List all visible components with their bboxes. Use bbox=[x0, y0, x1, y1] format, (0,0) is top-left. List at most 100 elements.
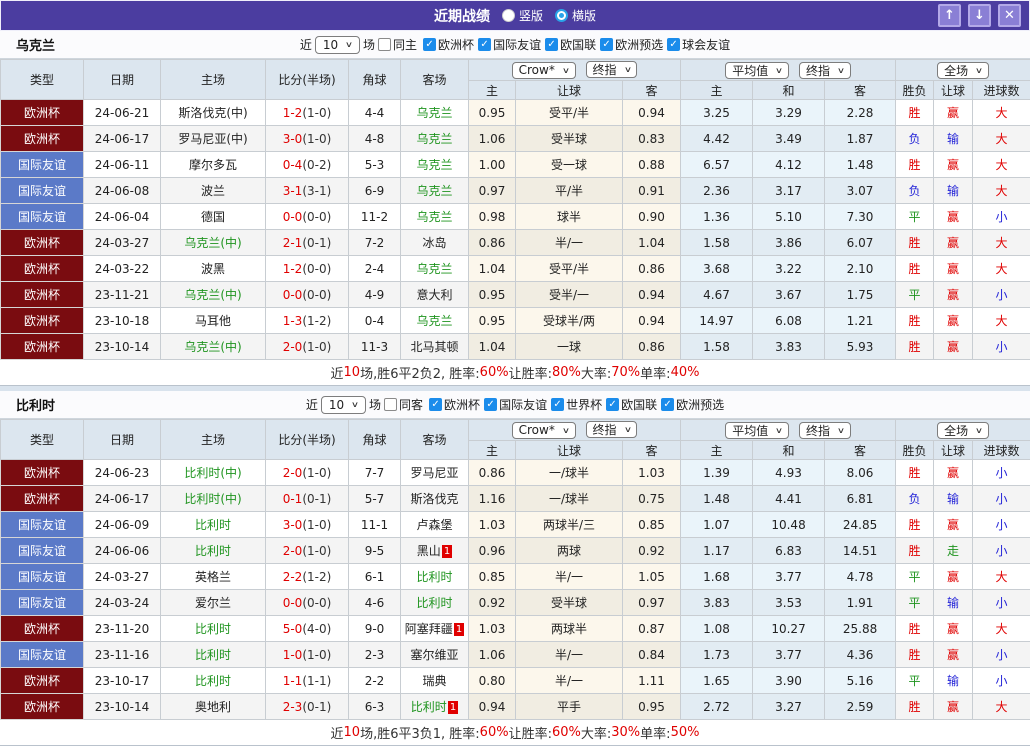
corners-cell: 11-2 bbox=[349, 204, 401, 230]
home-team-name: 乌克兰(中) bbox=[184, 288, 241, 302]
handicap-away-odds-cell: 0.92 bbox=[623, 538, 681, 564]
competition-filter-checkbox[interactable]: ✓欧国联 bbox=[545, 36, 596, 53]
date-cell: 23-11-21 bbox=[84, 282, 161, 308]
competition-filter-checkbox[interactable]: ✓欧国联 bbox=[606, 396, 657, 413]
euro-draw-odds-cell: 3.49 bbox=[753, 126, 825, 152]
home-team-name: 波黑 bbox=[201, 262, 225, 276]
corners-cell: 11-1 bbox=[349, 512, 401, 538]
type-cell: 欧洲杯 bbox=[1, 668, 84, 694]
handicap-time-select[interactable]: 终指 ∨ bbox=[586, 421, 638, 438]
same-away-checkbox[interactable]: 同客 bbox=[384, 396, 423, 413]
corners-cell: 7-7 bbox=[349, 460, 401, 486]
result-handicap-cell: 赢 bbox=[934, 230, 973, 256]
handicap-away-odds-cell: 0.91 bbox=[623, 178, 681, 204]
close-button[interactable]: ✕ bbox=[998, 4, 1021, 27]
match-row: 欧洲杯23-10-14奥地利2-3(0-1)6-3比利时10.94平手0.952… bbox=[1, 694, 1030, 720]
checkbox-checked-icon: ✓ bbox=[423, 38, 436, 51]
competition-filter-checkbox[interactable]: ✓世界杯 bbox=[551, 396, 602, 413]
euro-away-odds-cell: 1.75 bbox=[825, 282, 896, 308]
euro-source-select[interactable]: 平均值∨ bbox=[725, 422, 789, 439]
subcol-handicap-line: 让球 bbox=[516, 81, 623, 100]
result-goals-cell: 小 bbox=[973, 282, 1030, 308]
handicap-time-value: 终指 bbox=[593, 421, 617, 438]
home-team-name: 比利时 bbox=[195, 518, 231, 532]
away-team-name: 斯洛伐克 bbox=[410, 492, 458, 506]
chevron-down-icon: ∨ bbox=[623, 425, 631, 434]
summary-text: 大率: bbox=[581, 723, 611, 742]
type-cell: 欧洲杯 bbox=[1, 308, 84, 334]
same-home-checkbox[interactable]: 同主 bbox=[378, 36, 417, 53]
checkbox-checked-icon: ✓ bbox=[478, 38, 491, 51]
euro-home-odds-cell: 1.08 bbox=[681, 616, 753, 642]
away-team-cell: 冰岛 bbox=[401, 230, 469, 256]
score-cell: 2-0(1-0) bbox=[266, 334, 349, 360]
chevron-down-icon: ∨ bbox=[975, 426, 983, 435]
page-title: 近期战绩 bbox=[434, 6, 490, 26]
summary-text: 单率: bbox=[640, 723, 670, 742]
euro-time-select[interactable]: 终指∨ bbox=[799, 62, 851, 79]
euro-odds-group-header: 平均值∨ 终指∨ bbox=[681, 420, 896, 441]
handicap-home-odds-cell: 1.04 bbox=[469, 256, 516, 282]
result-handicap-cell: 赢 bbox=[934, 204, 973, 230]
result-goals-cell: 大 bbox=[973, 564, 1030, 590]
corners-cell: 4-6 bbox=[349, 590, 401, 616]
competition-filter-checkbox[interactable]: ✓欧洲预选 bbox=[600, 36, 663, 53]
away-team-cell: 乌克兰 bbox=[401, 152, 469, 178]
result-goals-cell: 小 bbox=[973, 204, 1030, 230]
bookmaker-select[interactable]: Crow*∨ bbox=[512, 62, 576, 79]
recent-count-select[interactable]: 10∨ bbox=[315, 36, 360, 54]
summary-text: 60% bbox=[552, 725, 581, 740]
away-team-cell: 比利时 bbox=[401, 590, 469, 616]
fulltime-score: 1-3 bbox=[283, 314, 303, 328]
match-row: 欧洲杯24-03-27乌克兰(中)2-1(0-1)7-2冰岛0.86半/一1.0… bbox=[1, 230, 1030, 256]
score-cell: 2-0(1-0) bbox=[266, 460, 349, 486]
corners-cell: 6-9 bbox=[349, 178, 401, 204]
scroll-up-button[interactable]: ↑ bbox=[938, 4, 961, 27]
titlebar: 近期战绩 竖版 横版 ↑ ↓ ✕ bbox=[0, 0, 1030, 31]
type-cell: 欧洲杯 bbox=[1, 616, 84, 642]
handicap-line-cell: 受平/半 bbox=[516, 256, 623, 282]
handicap-line-cell: 受半/一 bbox=[516, 282, 623, 308]
subcol-handicap-home: 主 bbox=[469, 441, 516, 460]
bookmaker-value: Crow* bbox=[519, 63, 555, 77]
subcol-euro-away: 客 bbox=[825, 81, 896, 100]
radio-vertical-layout[interactable]: 竖版 bbox=[502, 7, 543, 24]
competition-filter-checkbox[interactable]: ✓国际友谊 bbox=[478, 36, 541, 53]
scroll-down-button[interactable]: ↓ bbox=[968, 4, 991, 27]
radio-horizontal-layout[interactable]: 横版 bbox=[555, 7, 596, 24]
red-card-badge: 1 bbox=[448, 701, 458, 714]
recent-count-value: 10 bbox=[323, 38, 338, 52]
competition-filter-checkbox[interactable]: ✓国际友谊 bbox=[484, 396, 547, 413]
type-cell: 欧洲杯 bbox=[1, 100, 84, 126]
summary-text: 场,胜6平3负1, 胜率: bbox=[360, 723, 480, 742]
competition-filter-checkbox[interactable]: ✓球会友谊 bbox=[667, 36, 730, 53]
match-row: 国际友谊24-06-11摩尔多瓦0-4(0-2)5-3乌克兰1.00受一球0.8… bbox=[1, 152, 1030, 178]
summary-text: 40% bbox=[671, 365, 700, 380]
match-row: 国际友谊24-06-09比利时3-0(1-0)11-1卢森堡1.03两球半/三0… bbox=[1, 512, 1030, 538]
handicap-line-cell: 一/球半 bbox=[516, 486, 623, 512]
competition-filter-checkbox[interactable]: ✓欧洲预选 bbox=[661, 396, 724, 413]
period-select[interactable]: 全场∨ bbox=[937, 62, 989, 79]
summary-text: 让胜率: bbox=[509, 723, 552, 742]
competition-filter-checkbox[interactable]: ✓欧洲杯 bbox=[423, 36, 474, 53]
score-cell: 1-1(1-1) bbox=[266, 668, 349, 694]
date-cell: 24-06-11 bbox=[84, 152, 161, 178]
radio-unchecked-icon bbox=[502, 9, 515, 22]
period-select[interactable]: 全场∨ bbox=[937, 422, 989, 439]
bookmaker-select[interactable]: Crow*∨ bbox=[512, 422, 576, 439]
euro-source-select[interactable]: 平均值∨ bbox=[725, 62, 789, 79]
recent-count-select[interactable]: 10∨ bbox=[321, 396, 366, 414]
away-team-cell: 乌克兰 bbox=[401, 256, 469, 282]
euro-home-odds-cell: 4.42 bbox=[681, 126, 753, 152]
euro-away-odds-cell: 6.07 bbox=[825, 230, 896, 256]
home-team-cell: 波黑 bbox=[161, 256, 266, 282]
section-team-name: 比利时 bbox=[16, 395, 55, 414]
competition-filter-checkbox[interactable]: ✓欧洲杯 bbox=[429, 396, 480, 413]
halftime-score: (0-0) bbox=[302, 262, 331, 276]
result-outcome-cell: 平 bbox=[896, 204, 934, 230]
result-handicap-cell: 赢 bbox=[934, 564, 973, 590]
euro-time-select[interactable]: 终指∨ bbox=[799, 422, 851, 439]
fulltime-score: 2-0 bbox=[283, 340, 303, 354]
handicap-time-select[interactable]: 终指∨ bbox=[586, 61, 638, 78]
score-cell: 3-0(1-0) bbox=[266, 126, 349, 152]
